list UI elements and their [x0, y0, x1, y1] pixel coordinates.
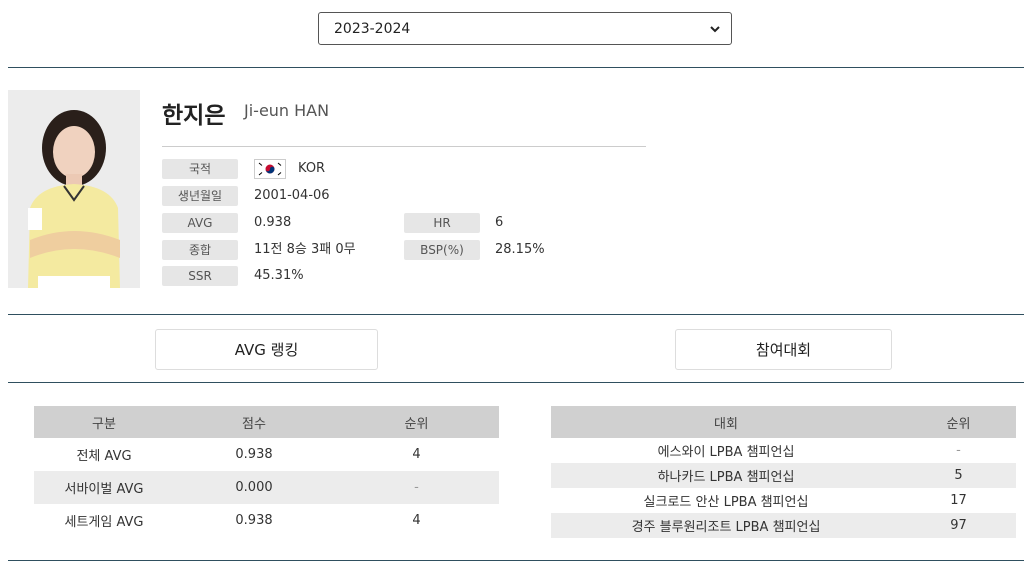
column-header: 대회: [551, 406, 901, 438]
ssr-label: SSR: [162, 266, 238, 286]
table-row: 전체 AVG 0.938 4: [34, 438, 499, 471]
south-korea-flag-icon: [254, 159, 286, 179]
table-row: 에스와이 LPBA 챔피언십 -: [551, 438, 1016, 463]
tournament-cell: 경주 블루원리조트 LPBA 챔피언십: [551, 513, 901, 538]
hr-value: 6: [495, 215, 504, 230]
player-name-korean: 한지은: [162, 103, 226, 129]
player-photo: [8, 90, 140, 288]
column-header: 구분: [34, 406, 174, 438]
category-cell: 전체 AVG: [76, 449, 132, 464]
category-cell: 세트게임 AVG: [64, 515, 144, 530]
nationality-label: 국적: [162, 159, 238, 179]
birthdate-label: 생년월일: [162, 186, 238, 206]
tournament-table: 대회 순위 에스와이 LPBA 챔피언십 - 하나카드 LPBA 챔피언십 5 …: [551, 406, 1016, 538]
season-select-value: 2023-2024: [334, 20, 411, 37]
chevron-down-icon: [710, 25, 720, 32]
bsp-label: BSP(%): [404, 240, 480, 260]
avg-value: 0.938: [254, 215, 292, 230]
table-row: 경주 블루원리조트 LPBA 챔피언십 97: [551, 513, 1016, 538]
tournament-cell: 실크로드 안산 LPBA 챔피언십: [643, 495, 809, 510]
divider: [8, 382, 1024, 383]
category-cell: 서바이벌 AVG: [34, 471, 174, 504]
bsp-value: 28.15%: [495, 242, 545, 257]
tournament-cell: 에스와이 LPBA 챔피언십: [657, 445, 795, 460]
rank-cell: 5: [901, 463, 1016, 488]
rank-cell: 4: [412, 447, 421, 462]
avg-label: AVG: [162, 213, 238, 233]
player-name-english: Ji-eun HAN: [244, 101, 330, 120]
score-cell: 0.938: [235, 447, 273, 462]
rank-cell: -: [334, 471, 499, 504]
score-cell: 0.938: [235, 513, 273, 528]
table-row: 하나카드 LPBA 챔피언십 5: [551, 463, 1016, 488]
divider: [8, 67, 1024, 68]
divider: [8, 560, 1024, 561]
table-row: 실크로드 안산 LPBA 챔피언십 17: [551, 488, 1016, 513]
column-header: 순위: [334, 406, 499, 438]
season-select[interactable]: 2023-2024: [318, 12, 732, 45]
record-value: 11전 8승 3패 0무: [254, 242, 356, 257]
rank-cell: 4: [412, 513, 421, 528]
tournament-cell: 하나카드 LPBA 챔피언십: [551, 463, 901, 488]
tab-avg-ranking[interactable]: AVG 랭킹: [155, 329, 378, 370]
table-row: 세트게임 AVG 0.938 4: [34, 504, 499, 537]
avg-ranking-table: 구분 점수 순위 전체 AVG 0.938 4 서바이벌 AVG 0.000 -…: [34, 406, 499, 537]
rank-cell: -: [956, 443, 961, 458]
tab-tournaments[interactable]: 참여대회: [675, 329, 892, 370]
rank-cell: 97: [901, 513, 1016, 538]
column-header: 점수: [174, 406, 334, 438]
hr-label: HR: [404, 213, 480, 233]
nationality-value: KOR: [298, 161, 326, 176]
score-cell: 0.000: [174, 471, 334, 504]
rank-cell: 17: [950, 493, 967, 508]
column-header: 순위: [901, 406, 1016, 438]
record-label: 종합: [162, 240, 238, 260]
divider: [8, 314, 1024, 315]
ssr-value: 45.31%: [254, 268, 304, 283]
birthdate-value: 2001-04-06: [254, 188, 330, 203]
name-divider: [162, 146, 646, 147]
table-row: 서바이벌 AVG 0.000 -: [34, 471, 499, 504]
